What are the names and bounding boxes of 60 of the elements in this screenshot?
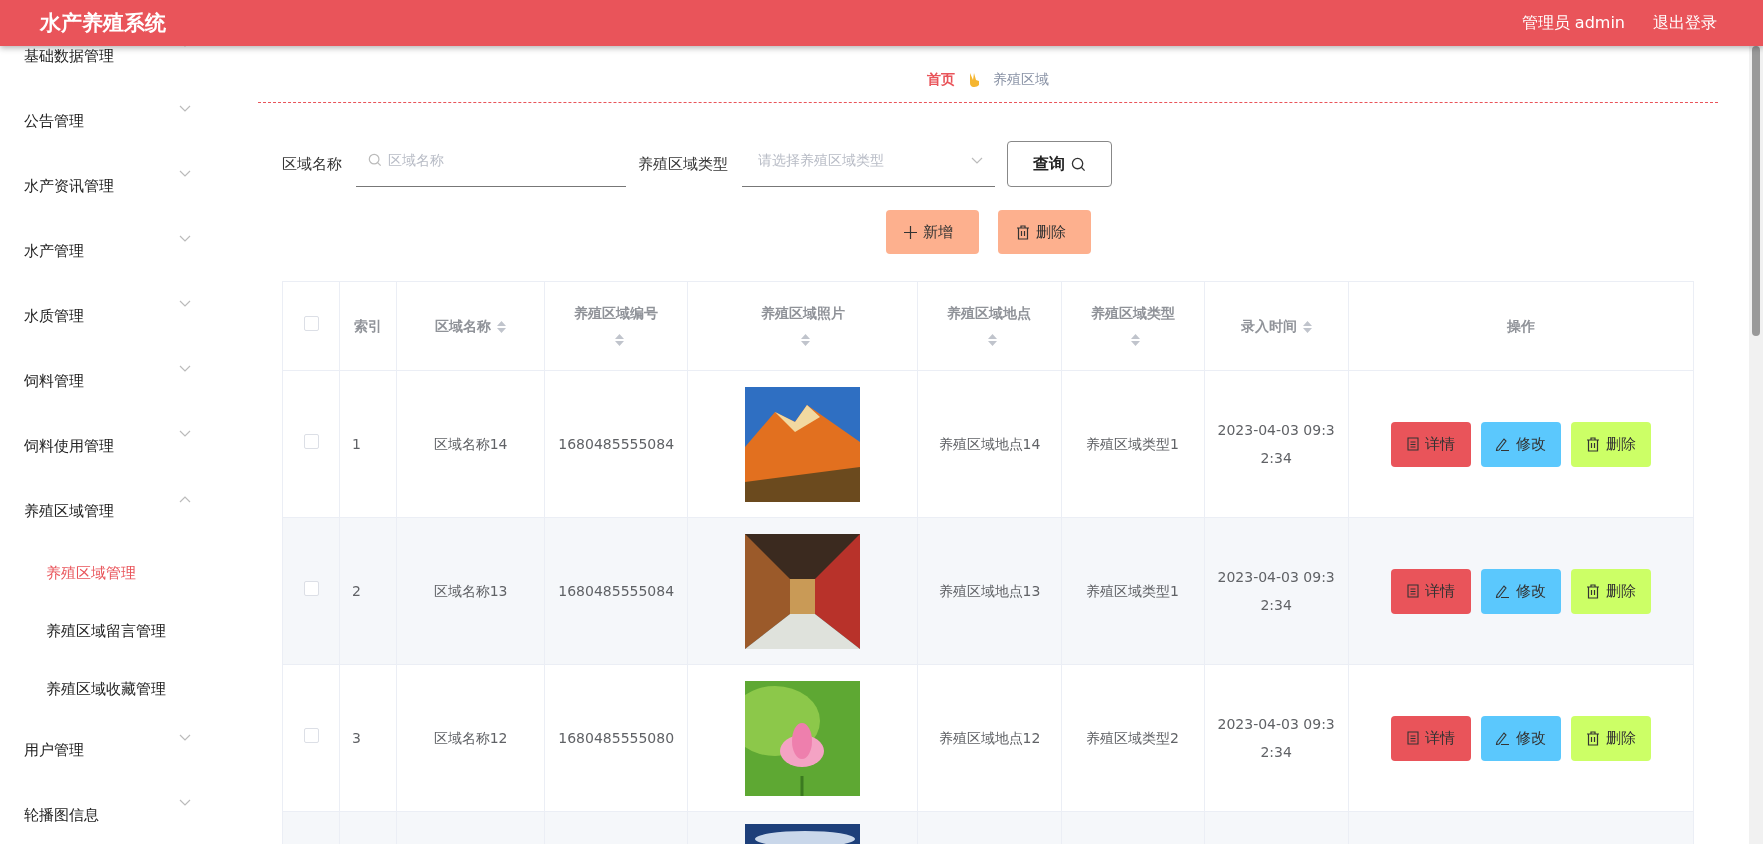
details-button[interactable]: 详情 [1390,715,1471,761]
column-header: 养殖区域照片 [760,305,845,321]
sidebar-item[interactable]: 养殖区域管理 [0,479,215,544]
delete-button[interactable]: 删除 [1570,421,1651,467]
table-cell: 区域名称12 [433,730,508,746]
table-cell: 1 [352,436,361,452]
table-cell: 2023-04-03 09:32:34 [1217,716,1335,760]
table-cell: 3 [352,730,361,746]
sidebar-item[interactable]: 水产资讯管理 [0,154,215,219]
table-cell: 1680485555084 [558,583,675,599]
table-cell: 1680485555084 [558,436,675,452]
user-link[interactable]: 管理员 admin [1521,12,1625,34]
table-cell: 养殖区域类型2 [1086,730,1179,746]
table-cell: 养殖区域类型1 [1086,583,1179,599]
delete-button[interactable]: 删除 [1570,715,1651,761]
column-header: 索引 [354,318,383,334]
delete-button[interactable]: 删除 [1570,568,1651,614]
column-header: 养殖区域编号 [574,305,659,321]
details-button[interactable]: 详情 [1390,568,1471,614]
sidebar-item[interactable]: 轮播图信息 [0,783,215,844]
details-button[interactable]: 详情 [1390,421,1471,467]
edit-button[interactable]: 修改 [1480,568,1561,614]
field-label: 区域名称 [282,154,342,174]
column-header: 录入时间 [1240,318,1297,334]
breadcrumb-current: 养殖区域 [993,71,1049,89]
delete-button[interactable]: 删除 [997,210,1091,254]
sidebar-item[interactable]: 水质管理 [0,284,215,349]
table-cell: 区域名称13 [433,583,508,599]
sidebar-item[interactable]: 用户管理 [0,718,215,783]
sidebar-subitem[interactable]: 养殖区域管理 [0,544,215,602]
search-field[interactable]: 区域名称 [356,141,626,187]
table-cell: 1680485555080 [558,730,675,746]
logout-link[interactable]: 退出登录 [1653,12,1717,34]
app-title: 水产养殖系统 [40,10,166,37]
table-cell: 养殖区域地点14 [938,436,1041,452]
sidebar-item[interactable]: 水产管理 [0,219,215,284]
sidebar-subitem[interactable]: 养殖区域留言管理 [0,602,215,660]
sidebar-item[interactable]: 饲料管理 [0,349,215,414]
column-header: 区域名称 [435,318,492,334]
table-cell: 养殖区域地点13 [938,583,1041,599]
edit-button[interactable]: 修改 [1480,421,1561,467]
table-cell: 养殖区域类型1 [1086,436,1179,452]
breadcrumb-home[interactable]: 首页 [927,71,955,89]
sidebar-item[interactable]: 基础数据管理 [0,46,215,89]
table-cell: 2 [352,583,361,599]
sidebar-item[interactable]: 公告管理 [0,89,215,154]
column-header: 操作 [1506,318,1535,334]
table-cell: 养殖区域地点12 [938,730,1041,746]
query-button[interactable]: 查询 [1007,141,1112,187]
table-cell: 2023-04-03 09:32:34 [1217,422,1335,466]
select-field[interactable]: 请选择养殖区域类型 [742,141,995,187]
table-cell: 2023-04-03 09:32:34 [1217,569,1335,613]
add-button[interactable]: 新增 [885,210,979,254]
edit-button[interactable]: 修改 [1480,715,1561,761]
column-header: 养殖区域地点 [947,305,1032,321]
sidebar-subitem[interactable]: 养殖区域收藏管理 [0,660,215,718]
table-cell: 区域名称14 [433,436,508,452]
sidebar-item[interactable]: 饲料使用管理 [0,414,215,479]
field-label: 养殖区域类型 [638,154,728,174]
column-header: 养殖区域类型 [1090,305,1175,321]
